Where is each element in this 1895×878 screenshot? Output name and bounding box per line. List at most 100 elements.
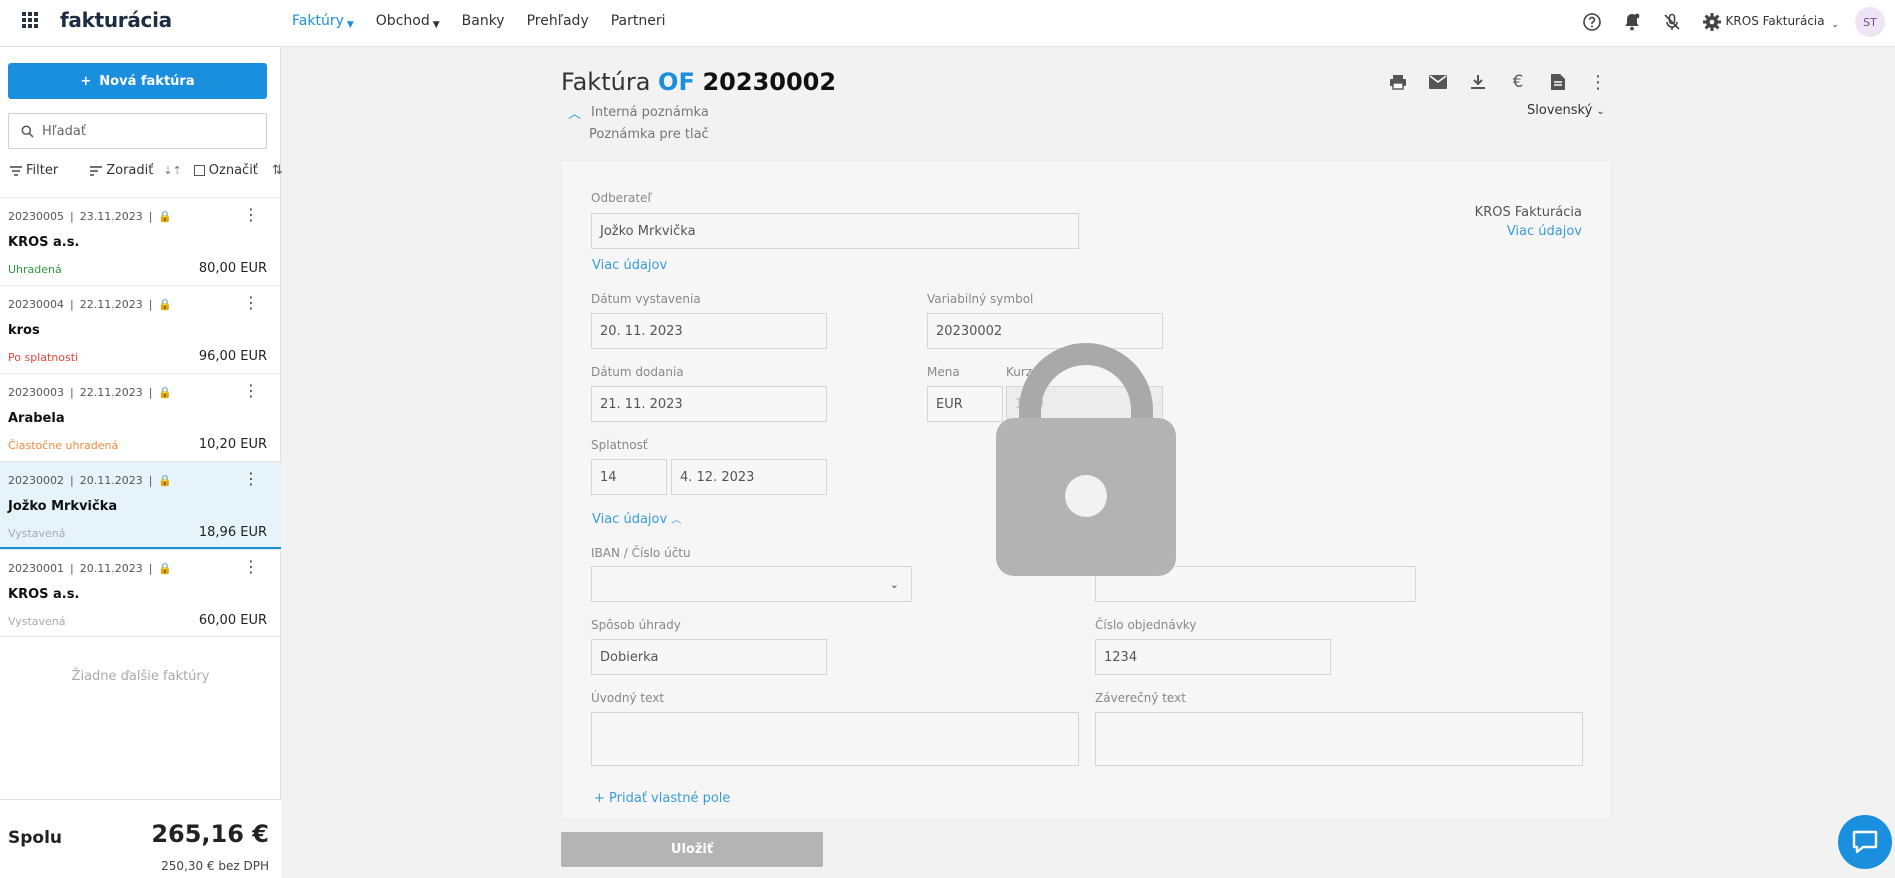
nav-item-faktury[interactable]: Faktúry ▼ xyxy=(292,13,354,30)
intro-text-textarea[interactable] xyxy=(591,712,1079,766)
app-logo[interactable]: fakturácia xyxy=(60,8,172,32)
more-vertical-icon[interactable]: ⋮ xyxy=(243,559,259,575)
page-title: Faktúra OF 20230002 xyxy=(561,68,837,96)
invoice-amount: 96,00 EUR xyxy=(198,349,267,364)
due-date-input[interactable]: 4. 12. 2023 xyxy=(671,459,827,495)
sort-button[interactable]: Zoradiť xyxy=(90,163,153,178)
chevron-up-icon: ︿ xyxy=(568,107,582,122)
select-button[interactable]: Označiť xyxy=(193,163,258,178)
due-label: Splatnosť xyxy=(591,438,648,452)
filter-button[interactable]: Filter xyxy=(10,163,58,178)
chevron-down-icon: ⌄ xyxy=(1596,106,1605,117)
more-vertical-icon[interactable]: ⋮ xyxy=(243,295,259,311)
swap-order-icon[interactable]: ⇅ xyxy=(272,163,283,178)
invoice-list-item[interactable]: 20230003 | 22.11.2023 | 🔒 ⋮ Arabela Čiastočn… xyxy=(0,373,281,461)
iban-select[interactable]: ⌄ xyxy=(591,566,912,602)
new-invoice-button[interactable]: + Nová faktúra xyxy=(8,63,267,99)
customer-more-info-link[interactable]: Viac údajov xyxy=(592,258,667,273)
payment-method-input[interactable]: Dobierka xyxy=(591,639,827,675)
invoice-amount: 60,00 EUR xyxy=(198,613,267,628)
payment-more-info-toggle[interactable]: Viac údajov ︿ xyxy=(592,511,681,527)
invoice-number: 20230001 xyxy=(8,562,64,575)
invoice-list-item[interactable]: 20230005 | 23.11.2023 | 🔒 ⋮ KROS a.s. Uhrade… xyxy=(0,197,281,285)
invoice-client: Arabela xyxy=(8,411,65,426)
vendor-name: KROS Fakturácia xyxy=(1474,205,1582,220)
issue-date-input[interactable]: 20. 11. 2023 xyxy=(591,313,827,349)
invoice-number: 20230002 xyxy=(8,474,64,487)
order-number-input[interactable]: 1234 xyxy=(1095,639,1331,675)
invoice-search-input[interactable]: Hľadať xyxy=(8,113,267,149)
nav-item-prehlady[interactable]: Prehľady xyxy=(527,13,589,29)
total-amount: 265,16 € xyxy=(151,820,269,848)
plus-icon: + xyxy=(80,73,92,89)
user-avatar[interactable]: ST xyxy=(1855,7,1885,37)
help-icon[interactable] xyxy=(1579,9,1605,35)
sort-direction-icon[interactable]: ⇣⇡ xyxy=(163,164,181,177)
vendor-more-info-link[interactable]: Viac údajov xyxy=(1475,222,1582,241)
microphone-off-icon[interactable] xyxy=(1659,9,1685,35)
payment-method-label: Spôsob úhrady xyxy=(591,618,681,632)
invoice-list-item-selected[interactable]: 20230002 | 20.11.2023 | 🔒 ⋮ Jožko Mrkvička V… xyxy=(0,461,281,549)
checkbox-icon[interactable] xyxy=(193,165,205,176)
iban-label: IBAN / Číslo účtu xyxy=(591,546,691,560)
currency-input[interactable]: EUR xyxy=(927,386,1003,422)
customer-input[interactable]: Jožko Mrkvička xyxy=(591,213,1079,249)
invoice-list: 20230005 | 23.11.2023 | 🔒 ⋮ KROS a.s. Uhrade… xyxy=(0,197,281,637)
invoice-list-item[interactable]: 20230004 | 22.11.2023 | 🔒 ⋮ kros Po splatnos… xyxy=(0,285,281,373)
invoice-client: KROS a.s. xyxy=(8,587,80,602)
variable-symbol-label: Variabilný symbol xyxy=(927,292,1034,306)
exchange-rate-input: 1,00 xyxy=(1006,386,1163,422)
chevron-down-icon: ▼ xyxy=(432,20,440,30)
apps-grid-icon[interactable] xyxy=(22,12,38,28)
more-vertical-icon[interactable]: ⋮ xyxy=(243,471,259,487)
internal-note-toggle[interactable]: ︿ Interná poznámka xyxy=(568,103,709,122)
notification-bell-icon[interactable] xyxy=(1619,9,1645,35)
lock-icon: 🔒 xyxy=(158,474,173,487)
description-input[interactable] xyxy=(1095,566,1416,602)
invoice-client: KROS a.s. xyxy=(8,235,80,250)
language-select[interactable]: Slovenský ⌄ xyxy=(1527,103,1605,118)
top-bar: fakturácia Faktúry ▼ Obchod ▼ Banky Prehľa… xyxy=(0,0,1895,47)
exchange-rate-label: Kurz xyxy=(1006,365,1033,379)
description-label: Popis xyxy=(1095,546,1127,560)
invoice-status: Čiastočne uhradená xyxy=(8,439,119,452)
chat-support-button[interactable] xyxy=(1838,815,1892,869)
chevron-down-icon: ⌄ xyxy=(1831,20,1839,30)
document-icon[interactable] xyxy=(1546,70,1570,94)
add-custom-field-link[interactable]: + Pridať vlastné pole xyxy=(594,791,730,806)
more-vertical-icon[interactable]: ⋮ xyxy=(243,207,259,223)
invoice-status: Uhradená xyxy=(8,263,62,276)
main-nav: Faktúry ▼ Obchod ▼ Banky Prehľady Partneri xyxy=(292,13,666,30)
lock-icon: 🔒 xyxy=(158,210,173,223)
variable-symbol-input[interactable]: 20230002 xyxy=(927,313,1163,349)
closing-text-textarea[interactable] xyxy=(1095,712,1583,766)
chevron-up-icon: ︿ xyxy=(671,515,682,526)
invoice-status: Po splatnosti xyxy=(8,351,79,364)
save-button[interactable]: Uložiť xyxy=(561,832,823,867)
download-icon[interactable] xyxy=(1466,70,1490,94)
invoice-date: 22.11.2023 xyxy=(79,386,143,399)
nav-item-banky[interactable]: Banky xyxy=(462,13,505,29)
invoice-amount: 80,00 EUR xyxy=(198,261,267,276)
delivery-date-label: Dátum dodania xyxy=(591,365,684,379)
euro-icon[interactable]: € xyxy=(1506,70,1530,94)
more-vertical-icon[interactable]: ⋮ xyxy=(1586,70,1610,94)
due-days-input[interactable]: 14 xyxy=(591,459,667,495)
no-more-invoices-text: Žiadne ďalšie faktúry xyxy=(71,669,210,684)
order-number-label: Číslo objednávky xyxy=(1095,618,1197,632)
settings-gear-icon[interactable] xyxy=(1699,9,1725,35)
lock-icon: 🔒 xyxy=(158,386,173,399)
print-note-link[interactable]: Poznámka pre tlač xyxy=(589,127,709,142)
nav-item-partneri[interactable]: Partneri xyxy=(611,13,666,29)
list-toolbar: Filter Zoradiť ⇣⇡ Označiť ⇅ xyxy=(10,163,283,178)
email-icon[interactable] xyxy=(1426,70,1450,94)
invoice-list-item[interactable]: 20230001 | 20.11.2023 | 🔒 ⋮ KROS a.s. Vystav… xyxy=(0,549,281,637)
invoice-date: 20.11.2023 xyxy=(79,474,143,487)
print-icon[interactable] xyxy=(1386,70,1410,94)
nav-item-obchod[interactable]: Obchod ▼ xyxy=(376,13,440,30)
company-switcher[interactable]: KROS Fakturácia ⌄ xyxy=(1726,14,1839,30)
more-vertical-icon[interactable]: ⋮ xyxy=(243,383,259,399)
search-icon xyxy=(21,125,34,138)
delivery-date-input[interactable]: 21. 11. 2023 xyxy=(591,386,827,422)
invoice-date: 23.11.2023 xyxy=(79,210,143,223)
